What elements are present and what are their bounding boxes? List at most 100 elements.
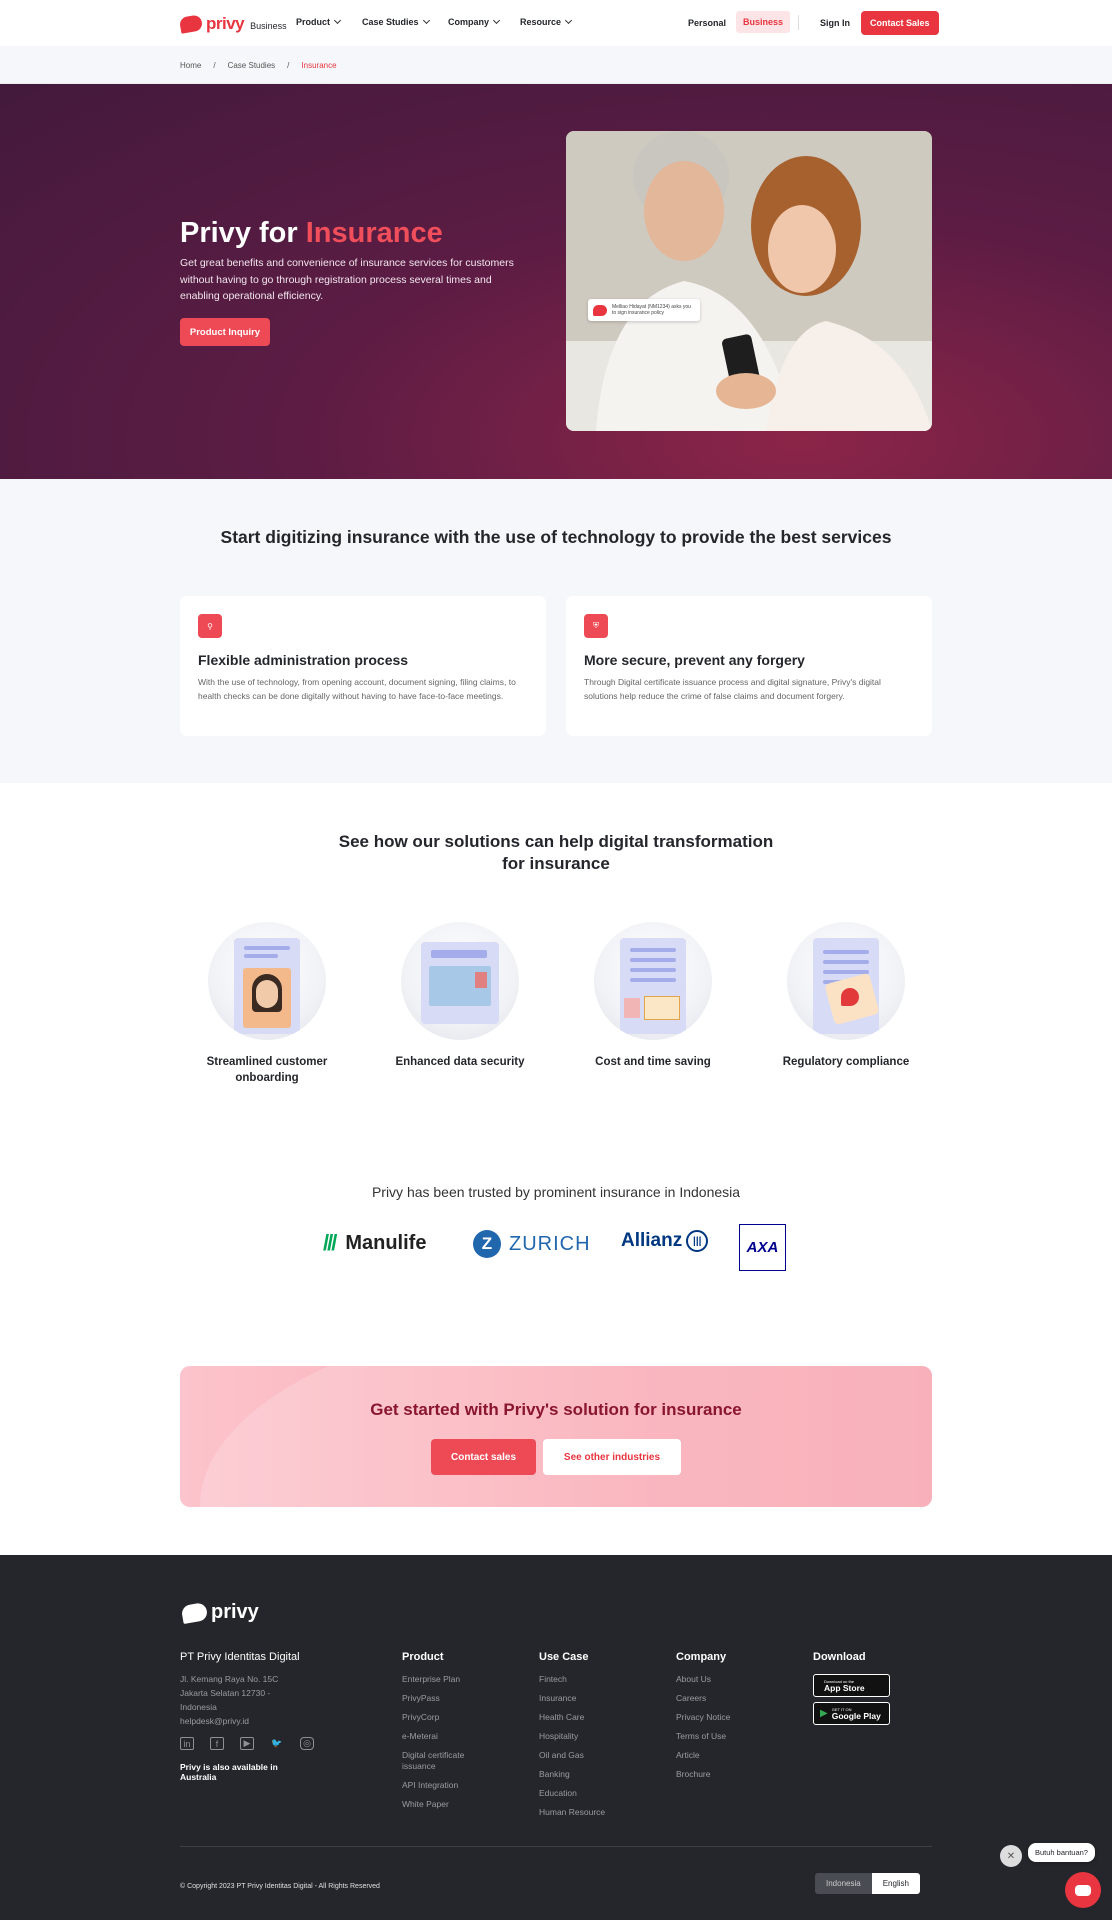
footer-link[interactable]: Health Care xyxy=(539,1712,619,1723)
solution-label: Streamlined customer onboarding xyxy=(206,1056,328,1084)
breadcrumb-current: Insurance xyxy=(301,61,337,70)
footer-col-use-case: Use Case Fintech Insurance Health Care H… xyxy=(539,1651,619,1826)
footer-link[interactable]: Human Resource xyxy=(539,1807,619,1818)
card-text: With the use of technology, from opening… xyxy=(198,677,516,701)
store-label: App Store xyxy=(824,1682,865,1693)
compliance-seal-illustration xyxy=(787,922,905,1040)
footer-address-block: Jl. Kemang Raya No. 15C Jakarta Selatan … xyxy=(180,1672,300,1728)
brand-label: Manulife xyxy=(345,1231,427,1254)
breadcrumb: Home / Case Studies / Insurance xyxy=(0,46,1112,84)
chat-button[interactable] xyxy=(1065,1872,1101,1908)
card-title: Flexible administration process xyxy=(198,652,409,668)
twitter-icon[interactable]: 🐦 xyxy=(270,1737,284,1750)
hero-title: Privy for Insurance xyxy=(180,217,443,250)
digitize-section: Start digitizing insurance with the use … xyxy=(0,479,1112,783)
brand-label: ZURICH xyxy=(509,1232,591,1255)
menu-resource[interactable]: Resource xyxy=(520,16,573,27)
linkedin-icon[interactable]: in xyxy=(180,1737,194,1750)
breadcrumb-sep: / xyxy=(287,61,290,70)
couple-with-phone-illustration xyxy=(566,131,932,431)
footer-link[interactable]: Article xyxy=(676,1750,756,1761)
breadcrumb-home[interactable]: Home xyxy=(180,61,201,70)
solution-item: Regulatory compliance xyxy=(761,922,931,1070)
menu-company[interactable]: Company xyxy=(448,16,501,27)
solution-label: Enhanced data security xyxy=(395,1056,525,1068)
product-inquiry-button[interactable]: Product Inquiry xyxy=(180,318,270,346)
see-other-industries-button[interactable]: See other industries xyxy=(543,1439,681,1475)
footer-col-download: Download Download on the App Store ▶ GET … xyxy=(813,1651,890,1730)
lang-indonesia[interactable]: Indonesia xyxy=(815,1873,872,1894)
footer-link[interactable]: PrivyCorp xyxy=(402,1712,482,1723)
menu-product[interactable]: Product xyxy=(296,16,342,27)
footer-link[interactable]: White Paper xyxy=(402,1799,482,1810)
footer-col-product: Product Enterprise Plan PrivyPass PrivyC… xyxy=(402,1651,482,1818)
footer-link[interactable]: Banking xyxy=(539,1769,619,1780)
footer-link[interactable]: Oil and Gas xyxy=(539,1750,619,1761)
footer-col-title: Download xyxy=(813,1651,866,1663)
breadcrumb-case-studies[interactable]: Case Studies xyxy=(228,61,276,70)
lang-english[interactable]: English xyxy=(871,1873,920,1894)
hero-title-highlight: Insurance xyxy=(305,217,443,249)
youtube-icon[interactable]: ▶ xyxy=(240,1737,254,1750)
menu-case-studies[interactable]: Case Studies xyxy=(362,16,430,27)
footer-link[interactable]: Education xyxy=(539,1788,619,1799)
notification-text: Melliao Hidayat (NM1234) asks you to sig… xyxy=(612,304,691,316)
shield-icon: ⛨ xyxy=(584,614,608,638)
onboarding-illustration xyxy=(208,922,326,1040)
close-icon[interactable]: ✕ xyxy=(1000,1845,1022,1867)
id-card-illustration xyxy=(401,922,519,1040)
solution-item: Streamlined customer onboarding xyxy=(182,922,352,1086)
solution-item: Enhanced data security xyxy=(375,922,545,1070)
footer-link[interactable]: Privacy Notice xyxy=(676,1712,756,1723)
instagram-icon[interactable]: ◎ xyxy=(300,1737,314,1750)
footer-link[interactable]: Insurance xyxy=(539,1693,619,1704)
sign-in-link[interactable]: Sign In xyxy=(820,18,850,28)
footer-col-title: Product xyxy=(402,1651,444,1663)
hero-photo: Melliao Hidayat (NM1234) asks you to sig… xyxy=(566,131,932,431)
brand-name: privy xyxy=(206,14,245,33)
brand-label: Allianz xyxy=(621,1230,683,1251)
facebook-icon[interactable]: f xyxy=(210,1737,224,1750)
hero-title-text: Privy for xyxy=(180,217,306,249)
contact-sales-button[interactable]: Contact Sales xyxy=(861,11,939,35)
footer-link[interactable]: PrivyPass xyxy=(402,1693,482,1704)
personal-tab[interactable]: Personal xyxy=(688,18,726,28)
store-label: Google Play xyxy=(831,1710,881,1721)
footer-link[interactable]: About Us xyxy=(676,1674,756,1685)
footer-availability[interactable]: Privy is also available in Australia xyxy=(180,1762,300,1782)
footer-col-title: Use Case xyxy=(539,1651,589,1663)
footer-link[interactable]: Brochure xyxy=(676,1769,756,1780)
business-tab[interactable]: Business xyxy=(736,11,791,33)
footer-email[interactable]: helpdesk@privy.id xyxy=(180,1714,300,1728)
contact-sales-cta-button[interactable]: Contact sales xyxy=(431,1439,536,1475)
footer-col-title: Company xyxy=(676,1651,727,1663)
footer-link[interactable]: Fintech xyxy=(539,1674,619,1685)
privy-logo-icon xyxy=(593,304,607,316)
solution-label: Regulatory compliance xyxy=(782,1056,910,1068)
google-play-button[interactable]: ▶ GET IT ON Google Play xyxy=(813,1702,890,1725)
footer-link[interactable]: e-Meterai xyxy=(402,1731,482,1742)
cta-decoration xyxy=(200,1366,932,1507)
digitize-heading: Start digitizing insurance with the use … xyxy=(220,527,892,547)
footer-link[interactable]: Careers xyxy=(676,1693,756,1704)
footer-link[interactable]: Enterprise Plan xyxy=(402,1674,482,1685)
feature-card: ⚲ Flexible administration process With t… xyxy=(180,596,546,736)
privy-logo-icon xyxy=(178,14,204,34)
footer-link[interactable]: Digital certificate issuance xyxy=(402,1750,482,1772)
allianz-logo: Allianz ||| xyxy=(621,1230,709,1252)
chevron-down-icon xyxy=(422,16,430,25)
manulife-mark-icon: /// xyxy=(323,1230,337,1255)
document-search-icon: ⚲ xyxy=(198,614,222,638)
chat-prompt-bubble[interactable]: Butuh bantuan? xyxy=(1028,1843,1095,1862)
trusted-heading: Privy has been trusted by prominent insu… xyxy=(371,1184,741,1200)
menu-label: Resource xyxy=(520,17,562,27)
footer-link[interactable]: Terms of Use xyxy=(676,1731,756,1742)
solutions-heading-text: See how our solutions can help digital t… xyxy=(338,832,774,873)
app-store-button[interactable]: Download on the App Store xyxy=(813,1674,890,1697)
footer-logo[interactable]: privy xyxy=(180,1601,259,1624)
footer-link[interactable]: API Integration xyxy=(402,1780,482,1791)
privy-business-logo[interactable]: privy Business xyxy=(178,14,287,34)
footer-link[interactable]: Hospitality xyxy=(539,1731,619,1742)
footer-col-company: Company About Us Careers Privacy Notice … xyxy=(676,1651,756,1788)
manulife-logo: /// Manulife xyxy=(323,1230,426,1256)
